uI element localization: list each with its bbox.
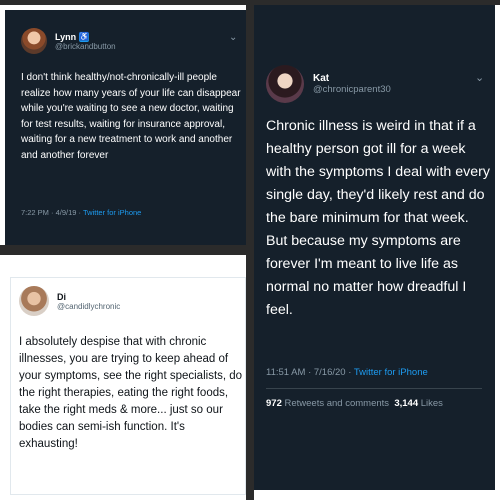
- tweet-stats: 972 Retweets and comments 3,144 Likes: [266, 398, 443, 409]
- display-name[interactable]: Di: [57, 292, 120, 302]
- chevron-down-icon[interactable]: ⌄: [229, 32, 237, 43]
- retweets-count: 972: [266, 398, 282, 409]
- tweet-text: I don't think healthy/not-chronically-il…: [21, 72, 241, 161]
- retweets-label[interactable]: Retweets and comments: [285, 398, 390, 409]
- display-name[interactable]: Lynn: [55, 32, 76, 42]
- collage-divider: [246, 0, 254, 500]
- tweet-header: Lynn ♿ @brickandbutton: [21, 28, 116, 54]
- tweet-client-link[interactable]: Twitter for iPhone: [83, 208, 141, 217]
- likes-count: 3,144: [394, 398, 419, 409]
- user-handle[interactable]: @chronicparent30: [313, 84, 391, 95]
- tweet-header: Di @candidlychronic: [19, 286, 120, 316]
- tweet-card-kat: Kat @chronicparent30 ⌄ Chronic illness i…: [254, 5, 495, 490]
- tweet-text: Chronic illness is weird in that if a he…: [266, 118, 490, 318]
- tweet-timestamp: 11:51 AM · 7/16/20 · Twitter for iPhone: [266, 367, 428, 378]
- chevron-down-icon[interactable]: ⌄: [475, 71, 484, 84]
- display-name[interactable]: Kat: [313, 73, 391, 84]
- divider: [266, 388, 482, 389]
- tweet-text: I absolutely despise that with chronic i…: [19, 336, 243, 450]
- tweet-card-lynn: Lynn ♿ @brickandbutton ⌄ I don't think h…: [5, 10, 246, 245]
- tweet-timestamp: 7:22 PM · 4/9/19 · Twitter for iPhone: [21, 208, 142, 217]
- likes-label[interactable]: Likes: [421, 398, 443, 409]
- user-handle[interactable]: @brickandbutton: [55, 42, 116, 51]
- user-handle[interactable]: @candidlychronic: [57, 302, 120, 311]
- avatar[interactable]: [21, 28, 47, 54]
- avatar[interactable]: [19, 286, 49, 316]
- tweet-header: Kat @chronicparent30: [266, 65, 391, 103]
- tweet-client-link[interactable]: Twitter for iPhone: [354, 367, 428, 378]
- accessibility-badge-icon: ♿: [79, 31, 90, 42]
- tweet-card-di: Di @candidlychronic I absolutely despise…: [10, 277, 246, 495]
- collage-divider: [0, 245, 246, 255]
- avatar[interactable]: [266, 65, 304, 103]
